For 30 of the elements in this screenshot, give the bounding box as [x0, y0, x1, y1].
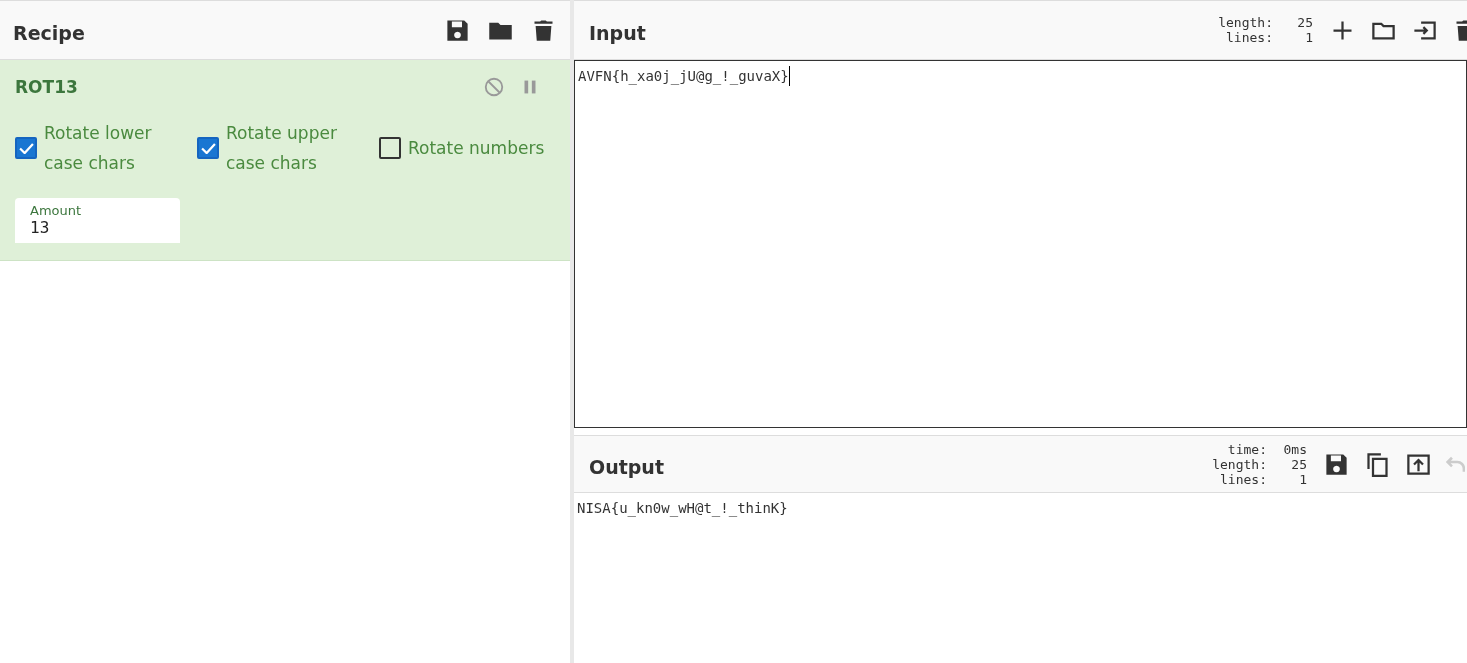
checkbox[interactable] — [15, 137, 37, 159]
option-label: Rotate upper case chars — [226, 122, 338, 175]
checkmark-icon — [200, 142, 216, 154]
operation-name: ROT13 — [15, 77, 78, 97]
stat-label: length: — [1212, 456, 1267, 472]
option-label: Rotate numbers — [408, 137, 545, 160]
copy-icon[interactable] — [1364, 450, 1391, 478]
field-value: 13 — [30, 218, 51, 237]
stat-value: 0ms — [1282, 441, 1307, 457]
checkbox[interactable] — [197, 137, 219, 159]
stat-label: lines: — [1220, 471, 1267, 487]
output-text: NISA{u_kn0w_wH@t_!_thinK} — [577, 500, 788, 516]
option-label: Rotate lower case chars — [44, 122, 153, 175]
checkmark-icon — [18, 142, 34, 154]
stat-value: 25 — [1296, 15, 1313, 30]
stat-label: lines: — [1226, 30, 1273, 45]
stat-value: 1 — [1304, 30, 1313, 45]
input-text-area[interactable]: AVFN{h_xa0j_jU@g_!_guvaX} — [574, 60, 1467, 428]
stat-value: 1 — [1298, 471, 1307, 487]
stat-value: 25 — [1290, 456, 1307, 472]
output-title: Output — [589, 455, 664, 478]
input-title: Input — [589, 21, 646, 44]
operation-card[interactable]: ROT13 Rotate lower case chars Rotate upper case chars Rotate numbers Amount 13 — [0, 60, 570, 261]
recipe-title: Recipe — [13, 21, 85, 44]
input-text: AVFN{h_xa0j_jU@g_!_guvaX} — [578, 67, 789, 87]
stat-label: time: — [1227, 441, 1267, 457]
field-label: Amount — [30, 203, 83, 218]
amount-field[interactable]: Amount 13 — [15, 198, 180, 243]
checkbox[interactable] — [379, 137, 401, 159]
stat-label: length: — [1218, 15, 1273, 30]
